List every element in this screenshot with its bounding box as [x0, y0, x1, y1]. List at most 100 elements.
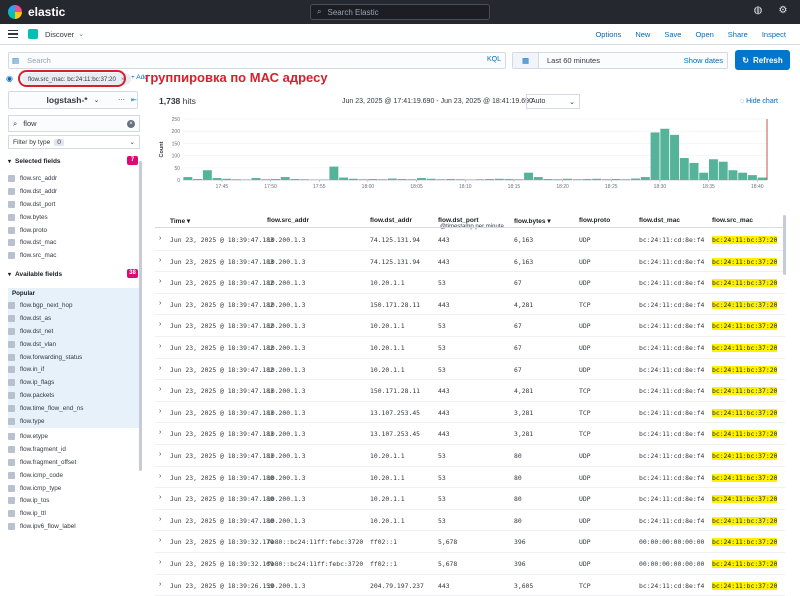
menu-toggle-icon[interactable] — [8, 30, 18, 38]
column-header-dst-mac[interactable]: flow.dst_mac — [639, 217, 680, 224]
table-row[interactable]: ›Jun 23, 2025 @ 18:39:47.18210.200.1.315… — [155, 294, 785, 316]
elastic-logo[interactable]: elastic — [8, 5, 65, 19]
field-item[interactable]: flow.ipv6_flow_label — [8, 520, 140, 533]
expand-row-icon[interactable]: › — [159, 429, 161, 436]
open-link[interactable]: Open — [695, 30, 713, 39]
field-item[interactable]: flow.dst_port — [8, 198, 140, 211]
new-link[interactable]: New — [635, 30, 650, 39]
share-link[interactable]: Share — [728, 30, 748, 39]
table-row[interactable]: ›Jun 23, 2025 @ 18:39:47.18210.200.1.310… — [155, 337, 785, 359]
table-row[interactable]: ›Jun 23, 2025 @ 18:39:47.18010.200.1.310… — [155, 467, 785, 489]
field-item[interactable]: flow.forwarding_status — [8, 351, 140, 364]
clear-icon[interactable]: × — [127, 120, 135, 128]
field-item[interactable]: flow.ip_flags — [8, 376, 140, 389]
options-link[interactable]: Options — [595, 30, 621, 39]
expand-row-icon[interactable]: › — [159, 516, 161, 523]
calendar-icon[interactable]: ▦ — [513, 53, 539, 68]
field-item[interactable]: flow.dst_addr — [8, 185, 140, 198]
field-item[interactable]: flow.icmp_code — [8, 469, 140, 482]
field-item[interactable]: flow.fragment_id — [8, 443, 140, 456]
table-row[interactable]: ›Jun 23, 2025 @ 18:39:47.18310.200.1.374… — [155, 251, 785, 273]
expand-row-icon[interactable]: › — [159, 386, 161, 393]
field-item[interactable]: flow.src_addr — [8, 172, 140, 185]
expand-row-icon[interactable]: › — [159, 278, 161, 285]
expand-row-icon[interactable]: › — [159, 343, 161, 350]
table-row[interactable]: ›Jun 23, 2025 @ 18:39:47.18010.200.1.310… — [155, 488, 785, 510]
field-item[interactable]: flow.etype — [8, 430, 140, 443]
expand-row-icon[interactable]: › — [159, 300, 161, 307]
field-item[interactable]: flow.bytes — [8, 211, 140, 224]
kql-language-toggle[interactable]: KQL — [487, 56, 501, 63]
column-header-dst-port[interactable]: flow.dst_port — [438, 217, 479, 224]
filter-by-type-button[interactable]: Filter by type 0 ⌄ — [8, 135, 140, 149]
expand-row-icon[interactable]: › — [159, 494, 161, 501]
more-icon[interactable]: ⋯ — [118, 97, 125, 104]
table-row[interactable]: ›Jun 23, 2025 @ 18:39:26.15910.200.1.320… — [155, 575, 785, 596]
date-picker[interactable]: ▦ Last 60 minutes Show dates — [512, 52, 728, 69]
table-row[interactable]: ›Jun 23, 2025 @ 18:39:47.18210.200.1.310… — [155, 315, 785, 337]
field-item[interactable]: flow.bgp_next_hop — [8, 299, 140, 312]
field-item[interactable]: flow.icmp_type — [8, 482, 140, 495]
sidebar-scrollbar[interactable] — [139, 161, 142, 471]
field-item[interactable]: flow.in_if — [8, 363, 140, 376]
table-row[interactable]: ›Jun 23, 2025 @ 18:39:32.170fe80::bc24:1… — [155, 531, 785, 553]
expand-row-icon[interactable]: › — [159, 257, 161, 264]
column-header-dst-addr[interactable]: flow.dst_addr — [370, 217, 412, 224]
query-search-input[interactable]: ▤ Search KQL — [8, 52, 506, 69]
field-item[interactable]: flow.type — [8, 415, 140, 428]
field-item[interactable]: flow.ip_tos — [8, 494, 140, 507]
table-row[interactable]: ›Jun 23, 2025 @ 18:39:47.18110.200.1.315… — [155, 380, 785, 402]
user-icon[interactable]: ⚙ — [777, 5, 789, 17]
expand-row-icon[interactable]: › — [159, 235, 161, 242]
column-header-src-mac[interactable]: flow.src_mac — [712, 217, 753, 224]
field-item[interactable]: flow.src_mac — [8, 249, 140, 262]
expand-row-icon[interactable]: › — [159, 365, 161, 372]
collapse-icon[interactable]: ⇤ — [131, 97, 137, 104]
table-row[interactable]: ›Jun 23, 2025 @ 18:39:47.18110.200.1.313… — [155, 402, 785, 424]
column-header-proto[interactable]: flow.proto — [579, 217, 610, 224]
table-row[interactable]: ›Jun 23, 2025 @ 18:39:47.18210.200.1.310… — [155, 272, 785, 294]
table-row[interactable]: ›Jun 23, 2025 @ 18:39:47.18310.200.1.374… — [155, 229, 785, 251]
field-item[interactable]: flow.dst_net — [8, 325, 140, 338]
saved-query-icon[interactable]: ▤ — [12, 56, 19, 65]
column-header-bytes[interactable]: flow.bytes ▾ — [514, 217, 551, 225]
field-item[interactable]: flow.dst_vlan — [8, 338, 140, 351]
interval-select[interactable]: Auto ⌄ — [526, 94, 580, 109]
expand-row-icon[interactable]: › — [159, 451, 161, 458]
field-item[interactable]: flow.fragment_offset — [8, 456, 140, 469]
expand-row-icon[interactable]: › — [159, 473, 161, 480]
chevron-down-icon[interactable]: ⌄ — [78, 30, 84, 38]
field-item[interactable]: flow.dst_mac — [8, 236, 140, 249]
expand-row-icon[interactable]: › — [159, 559, 161, 566]
expand-row-icon[interactable]: › — [159, 581, 161, 588]
table-row[interactable]: ›Jun 23, 2025 @ 18:39:47.18010.200.1.310… — [155, 510, 785, 532]
app-title[interactable]: Discover — [45, 30, 74, 39]
table-row[interactable]: ›Jun 23, 2025 @ 18:39:47.18110.200.1.313… — [155, 423, 785, 445]
field-item[interactable]: flow.dst_as — [8, 312, 140, 325]
field-search-input[interactable]: ⌕ flow × — [8, 115, 140, 132]
table-row[interactable]: ›Jun 23, 2025 @ 18:39:32.169fe80::bc24:1… — [155, 553, 785, 575]
time-range-value[interactable]: Last 60 minutes — [547, 56, 600, 65]
column-header-src-addr[interactable]: flow.src_addr — [267, 217, 309, 224]
field-item[interactable]: flow.time_flow_end_ns — [8, 402, 140, 415]
discover-app-icon[interactable] — [28, 29, 38, 39]
table-row[interactable]: ›Jun 23, 2025 @ 18:39:47.18210.200.1.310… — [155, 359, 785, 381]
table-scrollbar[interactable] — [783, 215, 786, 275]
expand-row-icon[interactable]: › — [159, 321, 161, 328]
inspect-link[interactable]: Inspect — [762, 30, 786, 39]
column-header-time[interactable]: Time ▾ — [170, 217, 190, 225]
table-row[interactable]: ›Jun 23, 2025 @ 18:39:47.18110.200.1.310… — [155, 445, 785, 467]
hide-chart-button[interactable]: ◌ Hide chart — [740, 98, 778, 105]
show-dates-link[interactable]: Show dates — [684, 56, 723, 65]
filter-settings-icon[interactable]: ◉ — [6, 74, 13, 83]
save-link[interactable]: Save — [664, 30, 681, 39]
globe-icon[interactable]: ◍ — [752, 5, 764, 17]
global-search-input[interactable]: ⌕ Search Elastic — [310, 4, 490, 20]
expand-row-icon[interactable]: › — [159, 408, 161, 415]
field-item[interactable]: flow.packets — [8, 389, 140, 402]
field-item[interactable]: flow.ip_ttl — [8, 507, 140, 520]
field-item[interactable]: flow.proto — [8, 224, 140, 237]
refresh-button[interactable]: ↻ Refresh — [735, 50, 790, 70]
selected-fields-header[interactable]: ▾ Selected fields 7 — [8, 155, 138, 167]
available-fields-header[interactable]: ▾ Available fields 38 — [8, 268, 138, 280]
